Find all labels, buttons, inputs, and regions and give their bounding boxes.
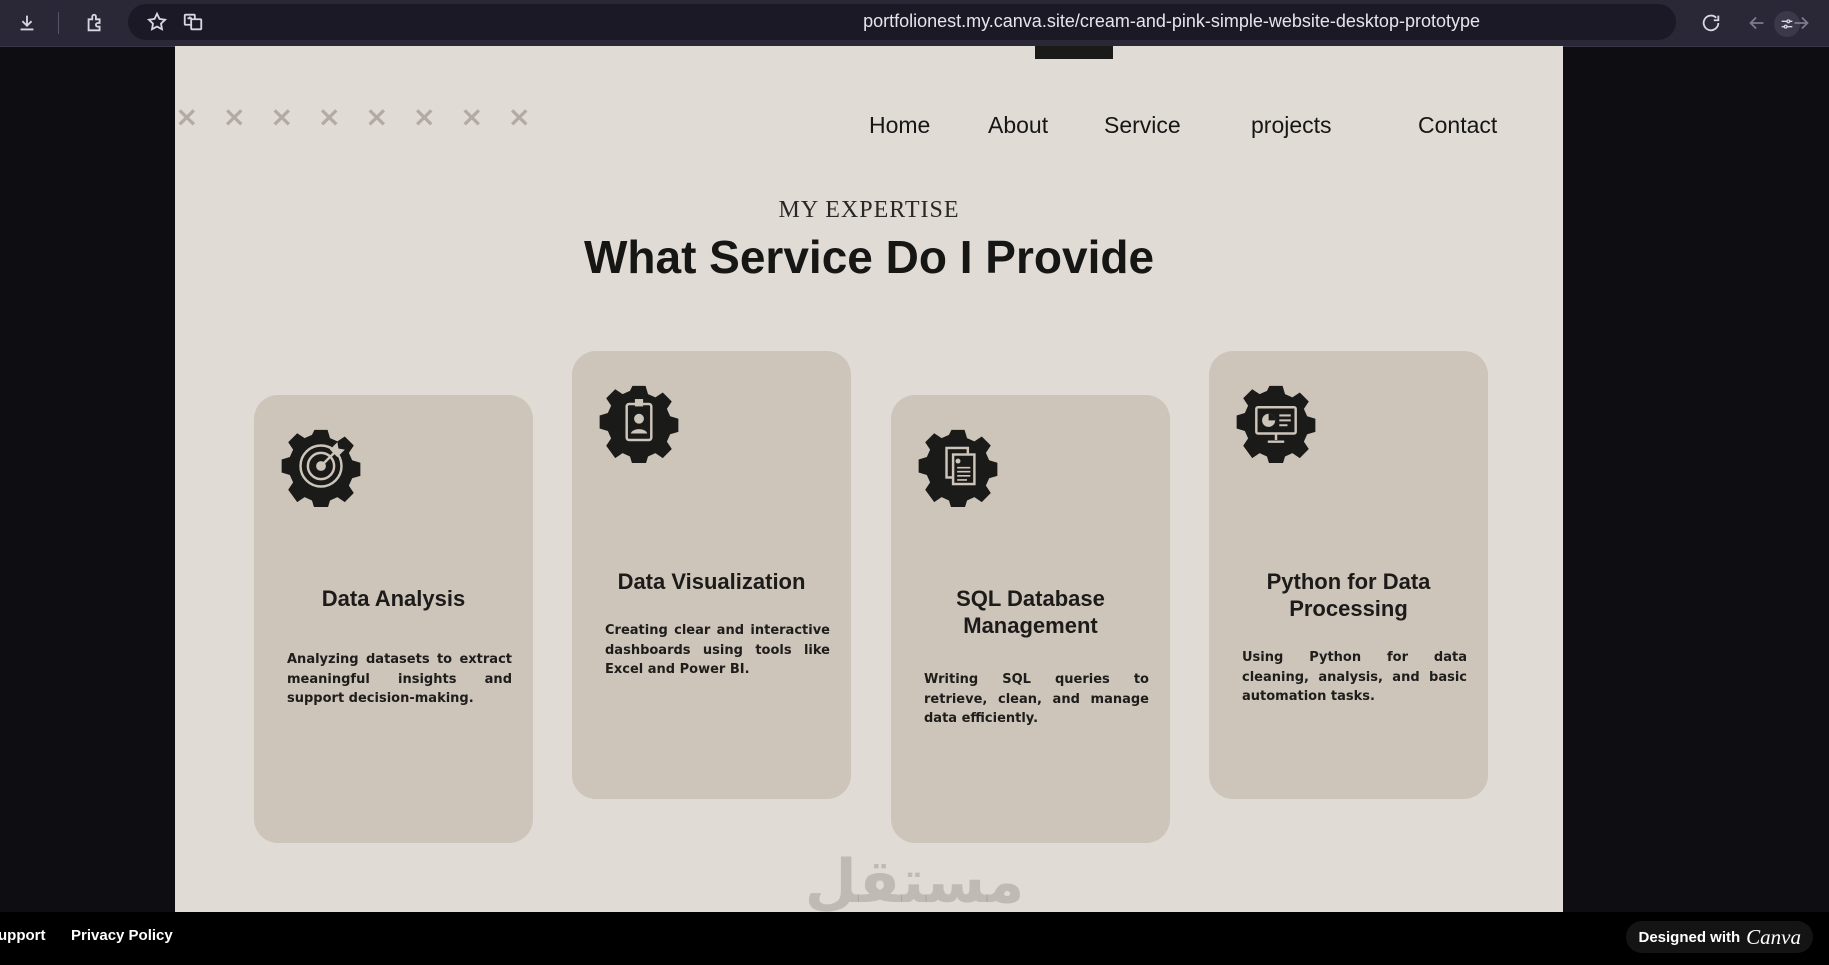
designed-with-canva-badge[interactable]: Designed with Canva — [1626, 921, 1813, 953]
service-card-sql-database: SQL Database Management Writing SQL quer… — [891, 395, 1170, 843]
card-title: Data Analysis — [321, 586, 466, 611]
service-card-data-analysis: Data Analysis Analyzing datasets to extr… — [254, 395, 533, 843]
site-footer: upport Privacy Policy Designed with Canv… — [0, 912, 1829, 965]
footer-support-link[interactable]: upport — [0, 927, 45, 944]
service-card-data-visualization: Data Visualization Creating clear and in… — [572, 351, 851, 799]
nav-home[interactable]: Home — [869, 112, 930, 139]
card-title: Python for Data Processing — [1266, 569, 1431, 621]
card-description: Using Python for data cleaning, analysis… — [1242, 650, 1467, 704]
extensions-icon[interactable] — [80, 8, 110, 38]
url-text[interactable]: portfolionest.my.canva.site/cream-and-pi… — [863, 4, 1480, 38]
nav-contact[interactable]: Contact — [1418, 112, 1497, 139]
card-description: Analyzing datasets to extract meaningful… — [287, 652, 512, 706]
download-icon[interactable] — [12, 8, 42, 38]
canva-logo: Canva — [1746, 924, 1801, 949]
nav-about[interactable]: About — [988, 112, 1048, 139]
toolbar-separator — [58, 12, 59, 34]
card-description: Creating clear and interactive dashboard… — [605, 623, 830, 677]
main-nav: Home About Service projects Contact — [175, 112, 1563, 146]
footer-privacy-link[interactable]: Privacy Policy — [71, 927, 173, 944]
website-page: × × × × × × × × Home About Service proje… — [175, 46, 1563, 912]
top-decor-tab — [1035, 46, 1113, 59]
card-title: SQL Database Management — [956, 586, 1105, 638]
service-card-python: Python for Data Processing Using Python … — [1209, 351, 1488, 799]
nav-projects[interactable]: projects — [1251, 112, 1332, 139]
id-badge-icon — [599, 385, 679, 463]
target-icon — [281, 429, 361, 507]
nav-service[interactable]: Service — [1104, 112, 1181, 139]
documents-icon — [918, 429, 998, 507]
browser-toolbar: portfolionest.my.canva.site/cream-and-pi… — [0, 0, 1829, 47]
bookmark-star-icon[interactable] — [142, 7, 172, 37]
back-arrow-icon[interactable] — [1742, 8, 1772, 38]
designed-with-label: Designed with — [1638, 928, 1741, 946]
monitor-chart-icon — [1236, 385, 1316, 463]
section-eyebrow: MY EXPERTISE — [778, 197, 960, 223]
forward-arrow-icon[interactable] — [1786, 8, 1816, 38]
card-title: Data Visualization — [617, 569, 806, 594]
reload-icon[interactable] — [1696, 8, 1726, 38]
section-title: What Service Do I Provide — [583, 231, 1155, 283]
address-bar[interactable]: portfolionest.my.canva.site/cream-and-pi… — [128, 4, 1800, 40]
card-description: Writing SQL queries to retrieve, clean, … — [924, 672, 1149, 726]
translate-icon[interactable] — [178, 7, 208, 37]
